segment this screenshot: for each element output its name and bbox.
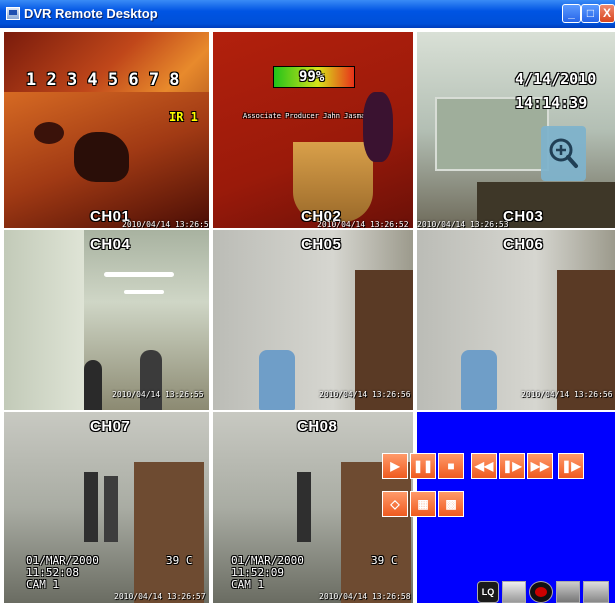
camera-cell-ch01[interactable]: 1 2 3 4 5 6 7 8 IR 1 CH01 2010/04/14 13:… — [4, 32, 209, 228]
step-button[interactable]: ❚▶ — [499, 453, 525, 479]
ch04-person — [140, 350, 162, 410]
quad-view-button[interactable]: ▦ — [410, 491, 436, 517]
camera-cell-ch06[interactable]: CH06 2010/04/14 13:26:56 — [417, 230, 615, 410]
ch04-ceiling-light-2 — [124, 290, 164, 294]
ch06-door — [557, 270, 615, 410]
ch01-timestamp: 2010/04/14 13:26:5 — [122, 220, 209, 228]
dvr-window: DVR Remote Desktop _ □ X 1 2 3 4 5 6 7 8… — [0, 0, 615, 603]
camera-cell-ch05[interactable]: CH05 2010/04/14 13:26:56 — [213, 230, 413, 410]
ch08-label: CH08 — [297, 418, 338, 435]
ch07-label: CH07 — [90, 418, 131, 435]
camera-grid: 1 2 3 4 5 6 7 8 IR 1 CH01 2010/04/14 13:… — [0, 28, 615, 603]
ch08-osd-cam: CAM 1 — [231, 578, 265, 591]
camera-cell-ch07[interactable]: CH07 01/MAR/2000 11:52:08 CAM 1 39 C 201… — [4, 412, 209, 603]
ch02-timestamp: 2010/04/14 13:26:52 — [317, 220, 409, 228]
ch02-level: 99% — [299, 69, 325, 85]
ch02-character — [363, 92, 393, 162]
app-icon — [6, 7, 20, 20]
ch05-door — [355, 270, 413, 410]
ch07-osd-cam: CAM 1 — [26, 578, 60, 591]
title-bar[interactable]: DVR Remote Desktop _ □ X — [0, 0, 615, 28]
ch07-cabinet — [134, 462, 204, 603]
ch03-time: 14:14:39 — [515, 94, 588, 112]
ch05-timestamp: 2010/04/14 13:26:56 — [319, 390, 411, 399]
ch02-credit: Associate Producer Jahn Jasman — [243, 112, 370, 120]
lq-button[interactable]: LQ — [477, 581, 499, 603]
ch03-label: CH03 — [503, 208, 544, 225]
camera-cell-ch02[interactable]: 99% Associate Producer Jahn Jasman CH02 … — [213, 32, 413, 228]
pause-button[interactable]: ❚❚ — [410, 453, 436, 479]
zoom-button[interactable] — [541, 126, 586, 181]
ch08-osd-temp: 39 C — [371, 554, 398, 567]
zoom-in-icon — [549, 138, 578, 168]
record-icon[interactable] — [529, 581, 553, 603]
settings-icon[interactable] — [583, 581, 609, 603]
ch07-osd-temp: 39 C — [166, 554, 193, 567]
next-frame-button[interactable]: ❚▶ — [558, 453, 584, 479]
rewind-button[interactable]: ◀◀ — [471, 453, 497, 479]
ch04-person-2 — [84, 360, 102, 410]
ch01-ir-indicator: IR 1 — [169, 110, 198, 124]
close-button[interactable]: X — [599, 4, 615, 23]
play-button[interactable]: ▶ — [382, 453, 408, 479]
minimize-button[interactable]: _ — [562, 4, 581, 23]
ch05-water-cooler — [259, 350, 295, 410]
single-view-button[interactable]: ◇ — [382, 491, 408, 517]
ch01-figure — [74, 132, 129, 182]
ch05-label: CH05 — [301, 236, 342, 253]
ch08-cabinet — [341, 462, 411, 603]
ch03-date: 4/14/2010 — [515, 70, 597, 88]
ch04-label: CH04 — [90, 236, 131, 253]
camera-cell-ch03[interactable]: 4/14/2010 14:14:39 CH03 2010/04/14 13:26… — [417, 32, 615, 228]
ch06-timestamp: 2010/04/14 13:26:56 — [521, 390, 613, 399]
ch08-timestamp: 2010/04/14 13:26:58 — [319, 592, 411, 601]
fast-forward-button[interactable]: ▶▶ — [527, 453, 553, 479]
maximize-button[interactable]: □ — [581, 4, 600, 23]
ch01-digits: 1 2 3 4 5 6 7 8 — [26, 70, 180, 90]
window-title: DVR Remote Desktop — [24, 6, 158, 21]
ch08-person — [297, 472, 311, 542]
shield-icon[interactable] — [556, 581, 580, 603]
ch07-timestamp: 2010/04/14 13:26:57 — [114, 592, 206, 601]
ch01-figure-small — [34, 122, 64, 144]
ch04-pillar — [4, 230, 84, 410]
ch07-person — [84, 472, 98, 542]
ch03-timestamp: 2010/04/14 13:26:53 — [417, 220, 509, 228]
ch04-ceiling-light — [104, 272, 174, 277]
camera-cell-ch04[interactable]: CH04 2010/04/14 13:26:55 — [4, 230, 209, 410]
ch06-label: CH06 — [503, 236, 544, 253]
stop-button[interactable]: ■ — [438, 453, 464, 479]
ch07-person-2 — [104, 476, 118, 542]
ch06-water-cooler — [461, 350, 497, 410]
monitor-icon[interactable] — [502, 581, 526, 603]
ch04-timestamp: 2010/04/14 13:26:55 — [112, 390, 204, 399]
nine-view-button[interactable]: ▩ — [438, 491, 464, 517]
